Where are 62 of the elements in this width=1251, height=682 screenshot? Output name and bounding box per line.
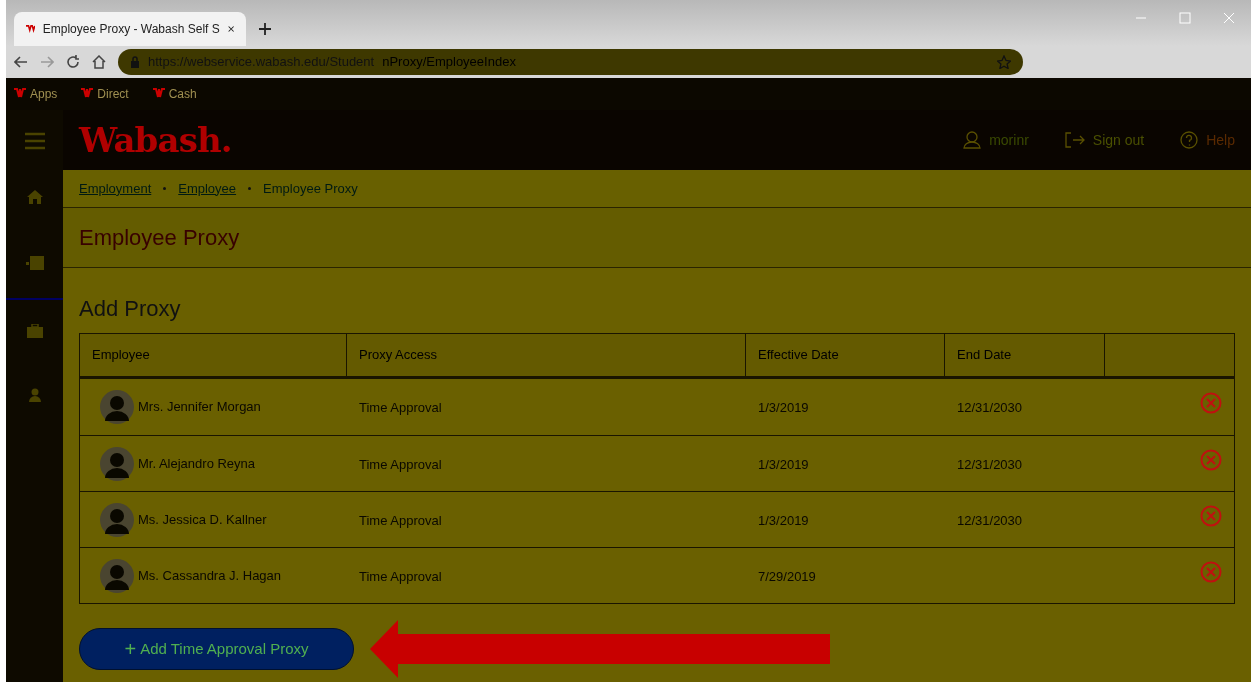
plus-icon[interactable] xyxy=(258,22,272,36)
user-icon xyxy=(963,131,982,149)
page-title: Employee Proxy xyxy=(79,224,240,252)
breadcrumb-link[interactable]: Employee xyxy=(178,178,237,199)
table-cell: 12/31/2030 xyxy=(957,457,1023,472)
remove-icon[interactable] xyxy=(1200,392,1222,414)
maximize-icon[interactable] xyxy=(1179,12,1191,24)
avatar-icon xyxy=(100,390,134,424)
url-text: nProxy/EmployeeIndex xyxy=(382,53,517,72)
reload-icon[interactable] xyxy=(66,55,80,69)
close-icon[interactable] xyxy=(227,24,234,34)
forward-icon[interactable] xyxy=(40,56,54,68)
remove-icon[interactable] xyxy=(1200,504,1222,527)
table-cell: Time Approval xyxy=(359,513,442,528)
column-header: Proxy Access xyxy=(347,334,746,376)
person-icon[interactable] xyxy=(28,388,41,402)
employee-name: Ms. Jessica D. Kallner xyxy=(138,510,267,529)
briefcase-icon[interactable] xyxy=(26,324,43,338)
star-icon[interactable] xyxy=(997,55,1011,69)
bookmark-item[interactable]: Direct xyxy=(81,85,129,103)
section-title: Add Proxy xyxy=(79,295,182,323)
table-cell: 12/31/2030 xyxy=(957,513,1023,528)
bookmark-item[interactable]: Cash xyxy=(152,85,197,103)
bookmark-item[interactable]: Apps xyxy=(14,85,58,103)
browser-tab[interactable]: Employee Proxy - Wabash Self S xyxy=(14,12,246,46)
table-cell: 12/31/2030 xyxy=(957,400,1023,415)
back-icon[interactable] xyxy=(14,56,28,68)
table-cell: 1/3/2019 xyxy=(758,400,809,415)
column-header: Employee xyxy=(80,334,347,376)
avatar-icon xyxy=(100,502,134,537)
table-cell: 1/3/2019 xyxy=(758,457,809,472)
avatar-icon xyxy=(100,446,134,481)
column-header: Effective Date xyxy=(746,334,945,376)
home-icon[interactable] xyxy=(92,55,106,69)
column-header: End Date xyxy=(945,334,1105,376)
sign-out-link[interactable]: Sign out xyxy=(1064,129,1145,151)
user-link[interactable]: morinr xyxy=(963,129,1029,151)
table-cell: 1/3/2019 xyxy=(758,513,809,528)
lock-icon xyxy=(130,56,140,68)
breadcrumb-link[interactable]: Employment xyxy=(79,178,152,199)
w-logo-icon xyxy=(81,88,94,100)
sign-out-icon xyxy=(1064,132,1085,148)
remove-icon[interactable] xyxy=(1200,560,1222,583)
w-logo-icon xyxy=(26,23,35,35)
employee-name: Mrs. Jennifer Morgan xyxy=(138,398,261,417)
employee-name: Ms. Cassandra J. Hagan xyxy=(138,566,282,585)
employee-name: Mr. Alejandro Reyna xyxy=(138,454,256,473)
add-proxy-button[interactable]: + Add Time Approval Proxy xyxy=(79,628,354,670)
logo[interactable]: Wabash. xyxy=(79,114,232,166)
w-logo-icon xyxy=(14,88,26,100)
avatar-icon xyxy=(100,558,134,593)
help-link[interactable]: Help xyxy=(1180,129,1235,151)
tab-title: Employee Proxy - Wabash Self S xyxy=(42,21,220,38)
menu-icon[interactable] xyxy=(23,132,46,150)
breadcrumb-current: Employee Proxy xyxy=(263,179,358,198)
table-cell: 7/29/2019 xyxy=(758,569,816,584)
table-cell: Time Approval xyxy=(359,400,442,415)
w-logo-icon xyxy=(152,88,165,100)
remove-icon[interactable] xyxy=(1200,448,1222,471)
table-cell: Time Approval xyxy=(359,569,442,584)
table-cell: Time Approval xyxy=(359,457,442,472)
help-icon xyxy=(1180,131,1199,149)
